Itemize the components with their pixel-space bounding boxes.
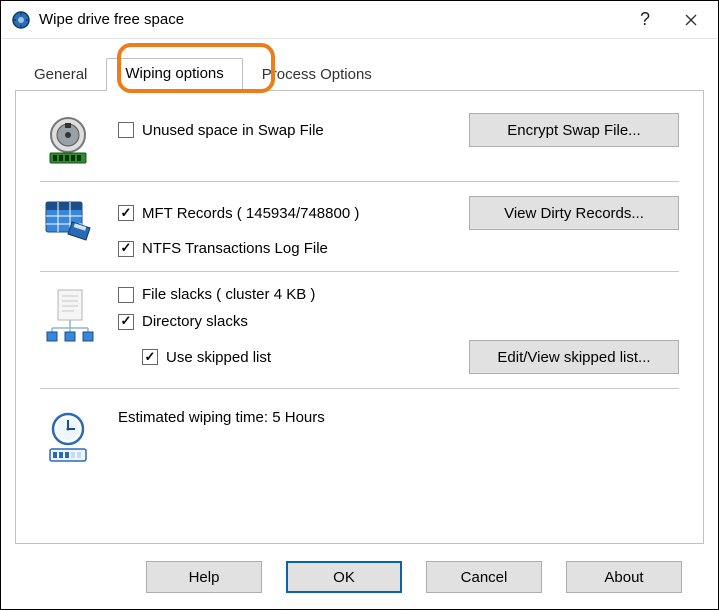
section-slacks: File slacks ( cluster 4 KB ) Directory s… — [40, 278, 679, 384]
checkbox-box — [118, 122, 134, 138]
encrypt-swap-button[interactable]: Encrypt Swap File... — [469, 113, 679, 147]
edit-skipped-list-button[interactable]: Edit/View skipped list... — [469, 340, 679, 374]
tab-general[interactable]: General — [15, 59, 106, 91]
mft-icon — [40, 196, 96, 246]
dialog-button-bar: Help OK Cancel About — [1, 545, 718, 609]
checkbox-box — [118, 205, 134, 221]
clock-icon — [40, 409, 96, 463]
divider — [40, 388, 679, 389]
title-bar: Wipe drive free space ? — [1, 1, 718, 39]
close-button[interactable] — [668, 2, 714, 38]
checkbox-label: Unused space in Swap File — [142, 122, 324, 139]
checkbox-directory-slacks[interactable]: Directory slacks — [118, 313, 248, 330]
view-dirty-records-button[interactable]: View Dirty Records... — [469, 196, 679, 230]
checkbox-label: NTFS Transactions Log File — [142, 240, 328, 257]
tab-wiping-options[interactable]: Wiping options — [106, 58, 242, 91]
tab-strip: General Wiping options Process Options — [1, 39, 718, 91]
checkbox-box — [118, 314, 134, 330]
checkbox-use-skipped-list[interactable]: Use skipped list — [142, 349, 271, 366]
cancel-button[interactable]: Cancel — [426, 561, 542, 593]
section-swap: Unused space in Swap File Encrypt Swap F… — [40, 105, 679, 177]
checkbox-label: MFT Records ( 145934/748800 ) — [142, 205, 359, 222]
about-button[interactable]: About — [566, 561, 682, 593]
estimated-time-label: Estimated wiping time: 5 Hours — [118, 409, 679, 426]
help-button[interactable]: Help — [146, 561, 262, 593]
checkbox-mft-records[interactable]: MFT Records ( 145934/748800 ) — [118, 205, 359, 222]
ok-button[interactable]: OK — [286, 561, 402, 593]
checkbox-label: Use skipped list — [166, 349, 271, 366]
section-estimate: Estimated wiping time: 5 Hours — [40, 395, 679, 473]
checkbox-label: Directory slacks — [142, 313, 248, 330]
section-mft: MFT Records ( 145934/748800 ) View Dirty… — [40, 188, 679, 267]
checkbox-box — [142, 349, 158, 365]
swap-icon — [40, 113, 96, 167]
window-title: Wipe drive free space — [39, 11, 622, 28]
checkbox-ntfs-log[interactable]: NTFS Transactions Log File — [118, 240, 328, 257]
dialog-window: Wipe drive free space ? General Wiping o… — [0, 0, 719, 610]
tab-process-options[interactable]: Process Options — [243, 59, 391, 91]
tab-panel-wiping: Unused space in Swap File Encrypt Swap F… — [15, 90, 704, 544]
help-button[interactable]: ? — [622, 2, 668, 38]
checkbox-unused-swap[interactable]: Unused space in Swap File — [118, 122, 324, 139]
checkbox-file-slacks[interactable]: File slacks ( cluster 4 KB ) — [118, 286, 315, 303]
app-icon — [11, 10, 31, 30]
divider — [40, 181, 679, 182]
divider — [40, 271, 679, 272]
slacks-icon — [40, 286, 96, 342]
checkbox-box — [118, 241, 134, 257]
checkbox-box — [118, 287, 134, 303]
checkbox-label: File slacks ( cluster 4 KB ) — [142, 286, 315, 303]
